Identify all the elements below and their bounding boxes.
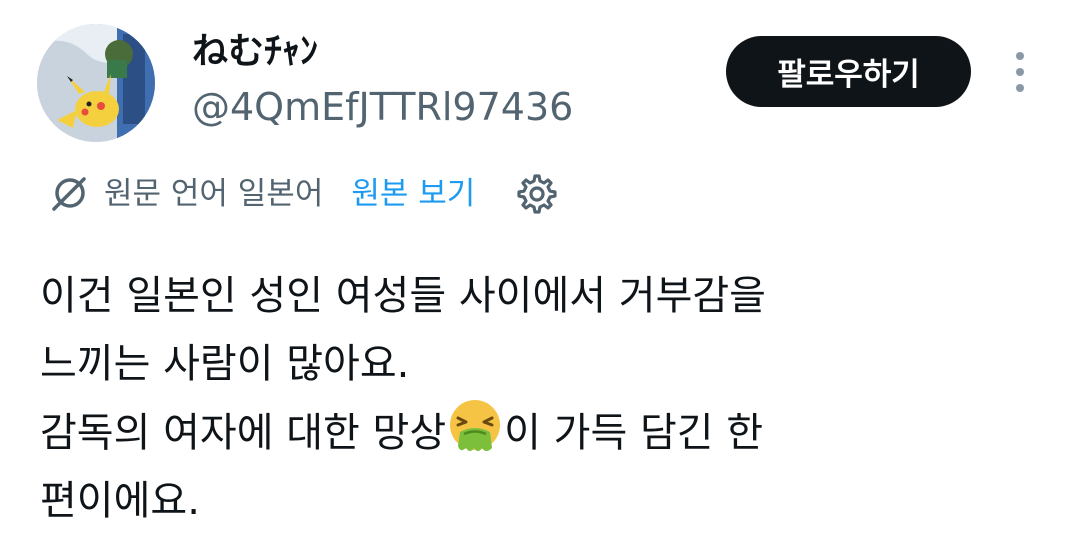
pikachu-avatar-icon — [37, 24, 155, 142]
nauseated-face-emoji-icon — [450, 400, 501, 451]
tweet-line: 느끼는 사람이 많아요. — [40, 341, 410, 387]
tweet-line: 감독의 여자에 대한 망상 이 가득 담긴 한 — [40, 398, 1040, 467]
tweet-line: 이건 일본인 성인 여성들 사이에서 거부감을 — [40, 273, 766, 319]
tweet-text: 이건 일본인 성인 여성들 사이에서 거부감을 느끼는 사람이 많아요. 감독의… — [40, 262, 1040, 535]
more-options-button[interactable] — [1004, 48, 1036, 96]
tweet-line-segment: 이 가득 담긴 한 — [504, 410, 764, 456]
view-original-link[interactable]: 원본 보기 — [351, 170, 475, 218]
more-vertical-icon — [1016, 52, 1024, 60]
translate-icon — [52, 177, 86, 211]
follow-button[interactable]: 팔로우하기 — [726, 36, 971, 107]
tweet-line: 편이에요. — [40, 478, 200, 524]
avatar[interactable] — [37, 24, 155, 142]
user-handle[interactable]: @4QmEfJTTRl97436 — [192, 84, 573, 130]
gear-icon[interactable] — [515, 172, 559, 216]
translation-bar: 원문 언어 일본어 원본 보기 — [48, 170, 559, 218]
more-vertical-icon — [1016, 84, 1024, 92]
tweet-line-segment: 감독의 여자에 대한 망상 — [40, 410, 447, 456]
more-vertical-icon — [1016, 68, 1024, 76]
display-name[interactable]: ねむﾁｬﾝ — [192, 30, 318, 74]
source-language-note: 원문 언어 일본어 — [104, 176, 324, 212]
